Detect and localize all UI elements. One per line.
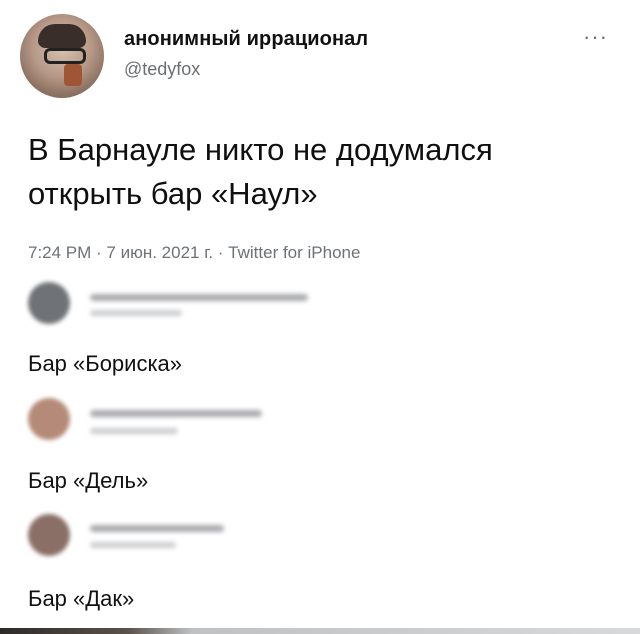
reply-avatar[interactable] <box>28 514 70 556</box>
reply-item[interactable]: Бар «Бориска» <box>28 281 608 381</box>
tweet-text: В Барнауле никто не додумался открыть ба… <box>28 128 618 216</box>
reply-item[interactable]: Бар «Дак» <box>28 510 608 611</box>
author-avatar[interactable] <box>20 14 104 98</box>
reply-text: Бар «Дак» <box>28 586 135 611</box>
reply-text: Бар «Бориска» <box>28 351 183 376</box>
author-handle[interactable]: @tedyfox <box>124 59 200 80</box>
reply-item[interactable]: Бар «Дель» <box>28 398 608 498</box>
blurred-handle <box>90 310 182 316</box>
tweet-text-line: В Барнауле никто не додумался <box>28 132 493 167</box>
avatar-cup <box>64 64 82 86</box>
tweet-meta[interactable]: 7:24 PM · 7 июн. 2021 г. · Twitter for i… <box>28 243 360 263</box>
more-options-icon[interactable]: ··· <box>583 24 608 50</box>
avatar-glasses <box>44 48 86 64</box>
blurred-name <box>90 525 224 532</box>
blurred-name <box>90 410 262 417</box>
tweet-text-line: открыть бар «Наул» <box>28 176 318 211</box>
blurred-handle <box>90 428 178 434</box>
blurred-name <box>90 294 308 301</box>
reply-avatar[interactable] <box>28 282 70 324</box>
author-display-name[interactable]: анонимный иррационал <box>124 28 368 51</box>
reply-avatar[interactable] <box>28 398 70 440</box>
next-item-edge <box>0 628 640 634</box>
reply-text: Бар «Дель» <box>28 468 149 493</box>
avatar-hair <box>38 24 86 48</box>
blurred-handle <box>90 542 176 548</box>
